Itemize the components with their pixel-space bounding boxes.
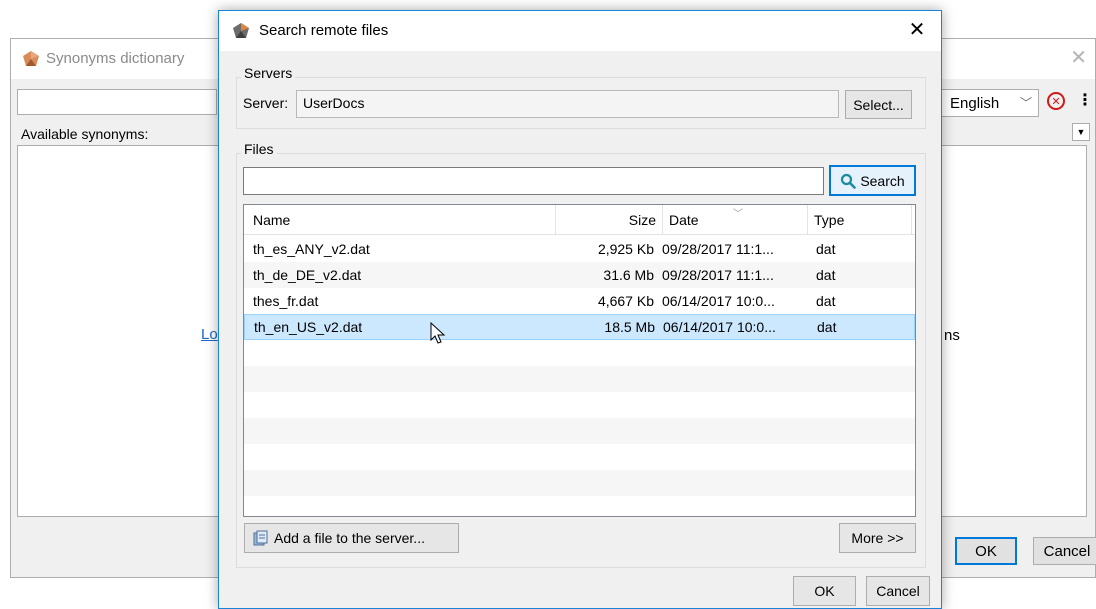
more-button[interactable]: More >> — [839, 523, 916, 553]
table-header: Name Size Date ﹀ Type — [244, 205, 915, 235]
synonyms-window-title: Synonyms dictionary — [46, 50, 185, 67]
empty-row — [244, 444, 915, 470]
select-server-button[interactable]: Select... — [845, 90, 912, 119]
synonyms-detail-text: ns — [944, 327, 960, 344]
server-label: Server: — [243, 95, 289, 111]
language-select-value: English — [950, 95, 1000, 112]
column-header-type[interactable]: Type — [808, 205, 912, 235]
load-dictionary-link[interactable]: Lo — [201, 326, 218, 343]
dialog-titlebar: Search remote files ✕ — [219, 11, 941, 51]
search-input[interactable] — [243, 167, 824, 195]
empty-row — [244, 366, 915, 392]
file-name: th_es_ANY_v2.dat — [253, 241, 370, 257]
servers-group-label: Servers — [241, 65, 296, 81]
available-synonyms-label: Available synonyms: — [21, 126, 149, 142]
synonyms-detail-area: ns — [941, 145, 1087, 517]
file-name: th_en_US_v2.dat — [254, 319, 363, 335]
file-date: 09/28/2017 11:1... — [662, 241, 774, 257]
search-remote-files-dialog: Search remote files ✕ Servers Server: Us… — [218, 10, 942, 609]
table-row[interactable]: th_es_ANY_v2.dat 2,925 Kb 09/28/2017 11:… — [244, 236, 915, 262]
column-header-size[interactable]: Size — [556, 205, 663, 235]
synonyms-list-area — [17, 145, 227, 517]
file-name: th_de_DE_v2.dat — [253, 267, 362, 283]
file-type: dat — [816, 241, 836, 257]
add-file-button[interactable]: Add a file to the server... — [244, 523, 459, 553]
file-size: 2,925 Kb — [597, 241, 654, 257]
file-date: 06/14/2017 10:0... — [663, 319, 776, 335]
file-size: 31.6 Mb — [603, 267, 654, 283]
cancel-button[interactable]: Cancel — [866, 576, 930, 606]
dialog-title: Search remote files — [259, 22, 389, 39]
synonyms-close-icon[interactable]: ✕ — [1070, 45, 1087, 70]
add-file-icon — [253, 530, 268, 546]
files-group-label: Files — [241, 141, 277, 157]
table-row-selected[interactable]: th_en_US_v2.dat 18.5 Mb 06/14/2017 10:0.… — [244, 314, 915, 340]
file-type: dat — [816, 293, 836, 309]
app-logo-icon — [23, 51, 39, 66]
empty-row — [244, 340, 915, 366]
file-size: 4,667 Kb — [597, 293, 654, 309]
synonyms-ok-button[interactable]: OK — [955, 537, 1017, 565]
file-date: 06/14/2017 10:0... — [662, 293, 775, 309]
file-date: 09/28/2017 11:1... — [662, 267, 774, 283]
table-row[interactable]: thes_fr.dat 4,667 Kb 06/14/2017 10:0... … — [244, 288, 915, 314]
close-icon[interactable]: ✕ — [905, 17, 929, 41]
empty-row — [244, 496, 915, 516]
empty-row — [244, 470, 915, 496]
kebab-menu-icon[interactable]: ⋮ — [1077, 90, 1093, 110]
empty-row — [244, 418, 915, 444]
language-select[interactable]: English ﹀ — [941, 89, 1039, 117]
empty-row — [244, 392, 915, 418]
file-type: dat — [817, 319, 837, 335]
error-icon[interactable]: ✕ — [1047, 92, 1065, 110]
search-button[interactable]: Search — [829, 165, 916, 196]
app-logo-icon — [233, 23, 249, 38]
files-table: Name Size Date ﹀ Type th_es_ANY_v2.dat 2… — [243, 204, 916, 517]
search-button-label: Search — [860, 172, 905, 189]
sort-descending-icon: ﹀ — [733, 209, 743, 220]
add-file-button-label: Add a file to the server... — [274, 530, 425, 546]
file-size: 18.5 Mb — [604, 319, 655, 335]
search-icon — [841, 173, 857, 189]
server-field[interactable]: UserDocs — [296, 90, 839, 118]
synonyms-cancel-button[interactable]: Cancel — [1033, 537, 1096, 565]
file-type: dat — [816, 267, 836, 283]
column-header-name[interactable]: Name — [244, 205, 556, 235]
table-row[interactable]: th_de_DE_v2.dat 31.6 Mb 09/28/2017 11:1.… — [244, 262, 915, 288]
synonym-word-input[interactable] — [17, 89, 217, 115]
chevron-down-icon: ﹀ — [1019, 96, 1032, 110]
file-name: thes_fr.dat — [253, 293, 319, 309]
dropdown-arrow-icon[interactable]: ▼ — [1072, 123, 1090, 141]
mouse-pointer-icon — [430, 322, 446, 344]
ok-button[interactable]: OK — [793, 576, 856, 606]
